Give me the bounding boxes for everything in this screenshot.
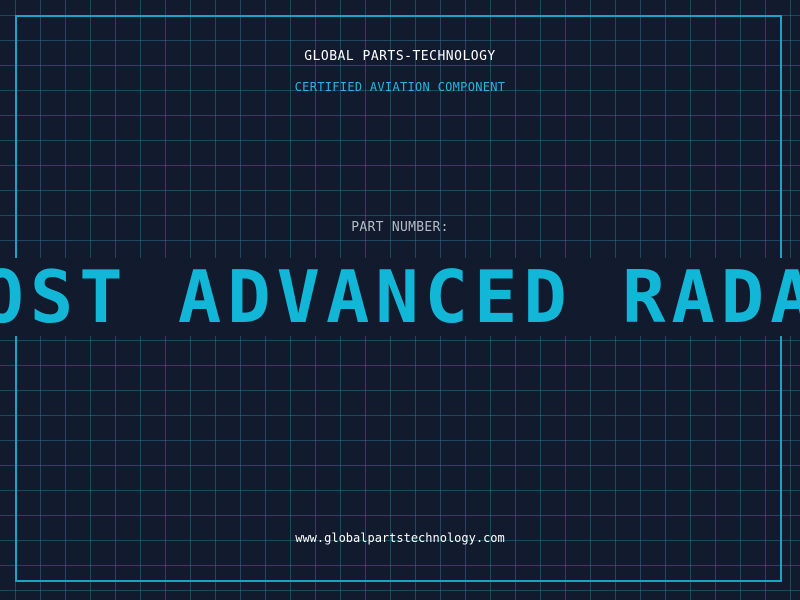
part-number-label: PART NUMBER: [351,220,449,235]
part-number-band: MOST ADVANCED RADAR [0,258,800,336]
part-number-value: MOST ADVANCED RADAR [0,258,800,336]
company-name: GLOBAL PARTS-TECHNOLOGY [304,49,496,64]
website-url: www.globalpartstechnology.com [295,531,505,545]
certification-subtitle: CERTIFIED AVIATION COMPONENT [294,80,506,94]
